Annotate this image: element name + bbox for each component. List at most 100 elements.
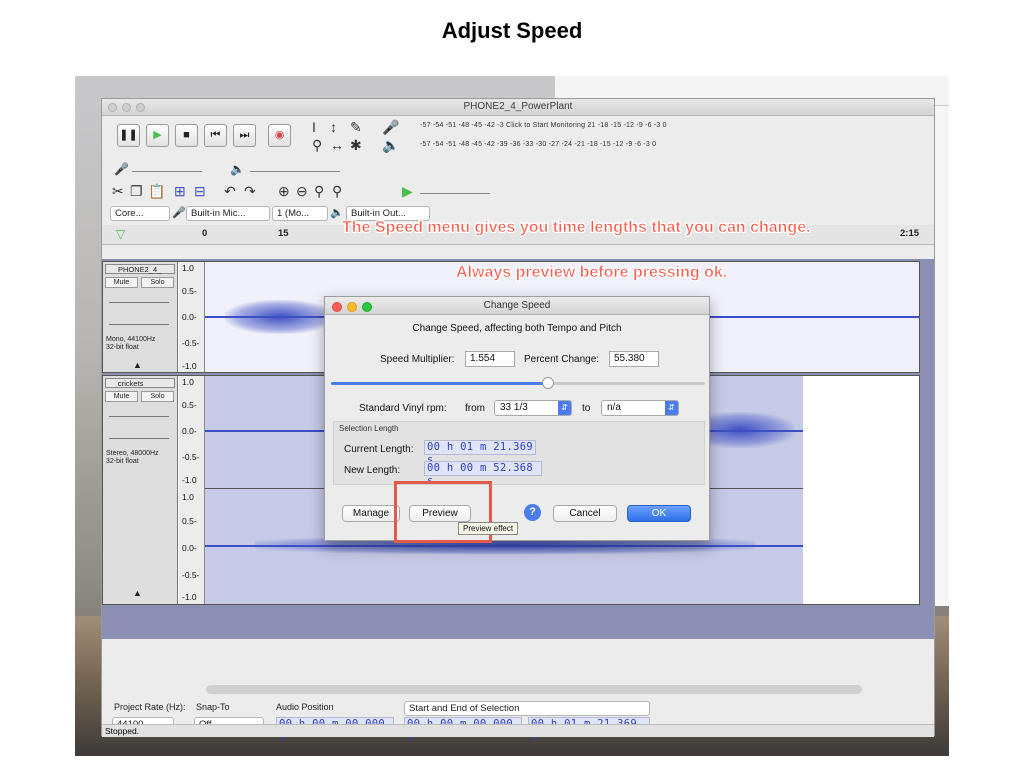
dialog-close-button[interactable]	[332, 302, 342, 312]
play-head-marker-icon[interactable]: ▽	[116, 227, 125, 241]
multi-tool-icon[interactable]: ✱	[350, 137, 362, 153]
speed-slider-knob[interactable]	[541, 377, 554, 389]
dialog-subtitle: Change Speed, affecting both Tempo and P…	[412, 323, 622, 334]
pan-slider[interactable]	[109, 324, 169, 325]
play-at-speed-slider[interactable]	[420, 193, 490, 194]
vinyl-to-select[interactable]: n/a ⇵	[601, 400, 679, 416]
zoom-tool-icon[interactable]: ⚲	[312, 137, 322, 153]
zoom-out-icon[interactable]: ⊖	[296, 183, 308, 199]
gain-slider[interactable]	[109, 302, 169, 303]
ruler-tick-0: 0	[202, 228, 208, 239]
waveform-burst	[225, 300, 335, 334]
scale-label: 0.0-	[182, 543, 197, 553]
draw-tool-icon[interactable]: ✎	[350, 119, 362, 135]
ruler-tick-15: 15	[278, 228, 289, 239]
trim-icon[interactable]: ⊞	[174, 183, 186, 199]
zoom-in-icon[interactable]: ⊕	[278, 183, 290, 199]
play-at-speed-icon[interactable]: ▶	[402, 183, 413, 199]
preview-tooltip: Preview effect	[458, 522, 519, 535]
selection-mode-select[interactable]: Start and End of Selection	[404, 701, 650, 716]
cut-icon[interactable]: ✂	[112, 183, 124, 199]
record-button[interactable]: ◉	[268, 124, 291, 147]
copy-icon[interactable]: ❐	[130, 183, 143, 199]
vinyl-from-value: 33 1/3	[500, 402, 528, 413]
horizontal-scrollbar[interactable]	[206, 685, 862, 694]
percent-change-label: Percent Change:	[524, 354, 600, 365]
ruler-tick-end: 2:15	[900, 228, 920, 239]
silence-icon[interactable]: ⊟	[194, 183, 206, 199]
scale-label: 0.5-	[182, 516, 197, 526]
fit-selection-icon[interactable]: ⚲	[314, 183, 324, 199]
vinyl-rpm-label: Standard Vinyl rpm:	[359, 403, 447, 414]
selection-tool-icon[interactable]: I	[312, 119, 316, 135]
current-length-field[interactable]: 00 h 01 m 21.369 s	[424, 440, 536, 466]
stop-button[interactable]: ■	[175, 124, 198, 147]
skip-to-start-button[interactable]: ⏮	[204, 124, 227, 147]
scale-label: 0.0-	[182, 312, 197, 322]
envelope-tool-icon[interactable]: ↕	[330, 119, 337, 135]
selection-length-group: Selection Length Current Length: 00 h 01…	[333, 421, 705, 487]
input-volume-mic-icon: 🎤	[114, 162, 129, 176]
audio-position-label: Audio Position	[276, 702, 334, 712]
speed-multiplier-input[interactable]: 1.554	[465, 351, 515, 367]
skip-to-end-button[interactable]: ⏭	[233, 124, 256, 147]
manage-button[interactable]: Manage	[342, 505, 400, 522]
scale-label: -0.5-	[182, 452, 200, 462]
track-format-bits: 32-bit float	[106, 344, 139, 351]
change-speed-dialog: Change Speed Change Speed, affecting bot…	[324, 296, 710, 541]
new-length-label: New Length:	[344, 465, 401, 476]
vinyl-from-select[interactable]: 33 1/3 ⇵	[494, 400, 572, 416]
collapse-track-icon[interactable]: ▲	[133, 588, 142, 598]
scale-label: -0.5-	[182, 338, 200, 348]
slide-title: Adjust Speed	[441, 18, 583, 43]
percent-change-input[interactable]: 55.380	[609, 351, 659, 367]
mute-button[interactable]: Mute	[105, 277, 138, 288]
solo-button[interactable]: Solo	[141, 277, 174, 288]
track-name-menu[interactable]: PHONE2_4_	[105, 264, 175, 274]
speed-multiplier-label: Speed Multiplier:	[380, 354, 455, 365]
paste-icon[interactable]: 📋	[148, 183, 165, 199]
scale-label: -1.0	[182, 592, 197, 602]
playback-meter-scale[interactable]: -57 -54 -51 -48 -45 -42 -39 -36 -33 -30 …	[420, 141, 656, 148]
solo-button[interactable]: Solo	[141, 391, 174, 402]
help-icon[interactable]: ?	[524, 504, 541, 521]
collapse-track-icon[interactable]: ▲	[133, 360, 142, 370]
input-volume-slider[interactable]	[132, 171, 202, 172]
play-button[interactable]: ▶	[146, 124, 169, 147]
output-volume-slider[interactable]	[250, 171, 340, 172]
new-length-field[interactable]: 00 h 00 m 52.368 s	[424, 461, 542, 487]
fit-project-icon[interactable]: ⚲	[332, 183, 342, 199]
undo-icon[interactable]: ↶	[224, 183, 236, 199]
output-volume-speaker-icon: 🔈	[230, 162, 245, 176]
time-shift-tool-icon[interactable]: ↔	[330, 137, 344, 153]
gain-slider[interactable]	[109, 416, 169, 417]
record-meter-mic-icon[interactable]: 🎤	[382, 119, 399, 135]
speed-slider-fill	[331, 382, 548, 385]
amplitude-scale: 1.0 0.5- 0.0- -0.5- -1.0	[179, 262, 205, 372]
scale-label: 1.0	[182, 377, 194, 387]
pan-slider[interactable]	[109, 438, 169, 439]
dialog-zoom-button[interactable]	[362, 302, 372, 312]
speed-slider[interactable]	[331, 377, 705, 389]
playback-meter-speaker-icon[interactable]: 🔈	[382, 137, 399, 153]
input-device-select[interactable]: Built-in Mic...	[186, 206, 270, 221]
pause-button[interactable]: ❚❚	[117, 124, 140, 147]
record-meter-scale[interactable]: -57 -54 -51 -48 -45 -42 -3 Click to Star…	[420, 122, 667, 129]
snap-to-label: Snap-To	[196, 702, 230, 712]
cancel-button[interactable]: Cancel	[553, 505, 617, 522]
redo-icon[interactable]: ↷	[244, 183, 256, 199]
track-format-rate: Stereo, 48000Hz	[106, 450, 159, 457]
ok-button[interactable]: OK	[627, 505, 691, 522]
track-name-menu[interactable]: crickets	[105, 378, 175, 388]
track-control-panel: PHONE2_4_ Mute Solo Mono, 44100Hz 32-bit…	[103, 262, 178, 372]
audio-host-select[interactable]: Core...	[110, 206, 170, 221]
scale-label: 0.0-	[182, 426, 197, 436]
to-label: to	[582, 403, 591, 414]
scale-label: 0.5-	[182, 400, 197, 410]
annotation-speed-menu: The Speed menu gives you time lengths th…	[342, 219, 811, 237]
mute-button[interactable]: Mute	[105, 391, 138, 402]
input-channels-select[interactable]: 1 (Mo...	[272, 206, 328, 221]
from-label: from	[465, 403, 485, 414]
scale-label: 1.0	[182, 263, 194, 273]
dialog-minimize-button[interactable]	[347, 302, 357, 312]
